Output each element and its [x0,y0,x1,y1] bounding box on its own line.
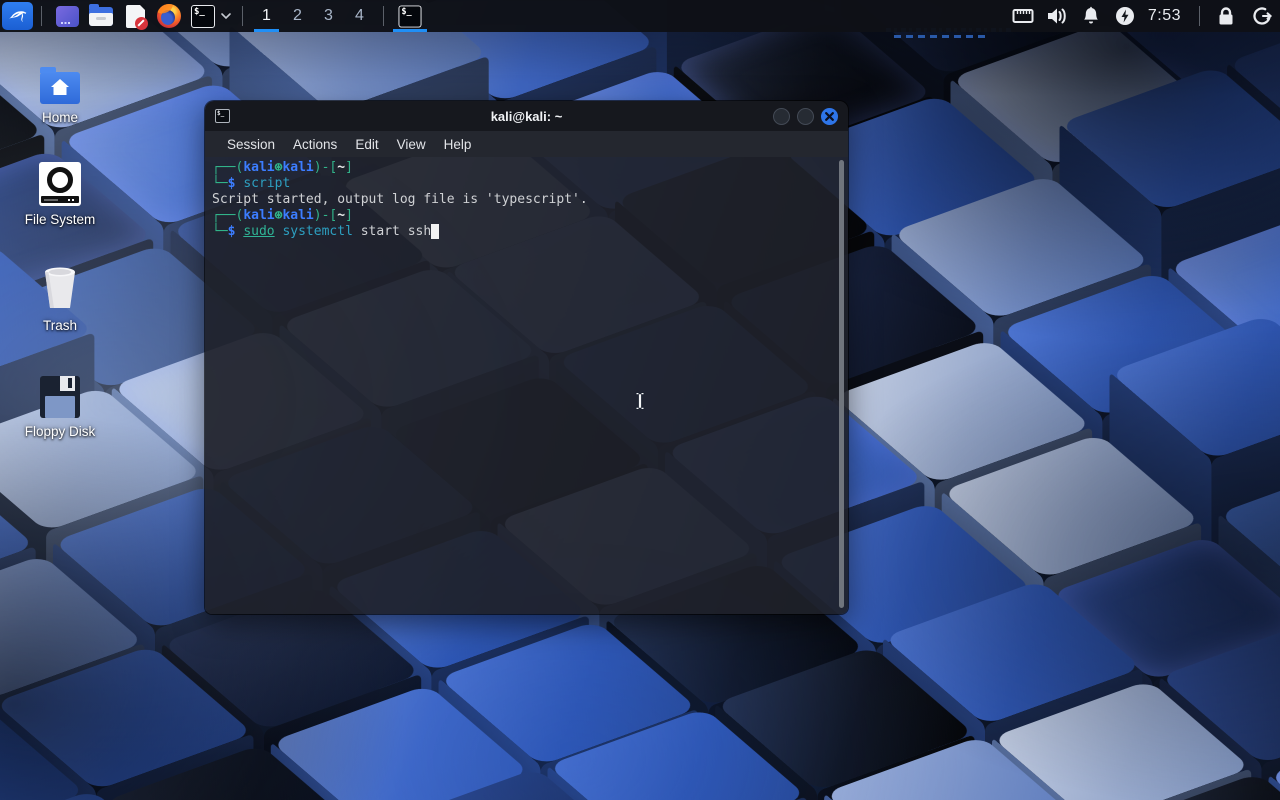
panel-separator [41,6,42,26]
desktop-icon-trash[interactable]: Trash [14,262,106,333]
menu-help[interactable]: Help [435,137,481,152]
workspace-2[interactable]: 2 [282,0,313,32]
panel-clock[interactable]: 7:53 [1142,7,1191,25]
trash-bin-icon [37,262,83,312]
volume-applet[interactable] [1040,0,1074,32]
logout-icon [1252,6,1272,26]
file-manager-icon [89,7,113,26]
close-icon [825,112,834,121]
scrollbar-thumb[interactable] [839,160,844,608]
launcher-file-manager[interactable] [88,3,114,29]
system-tray: 7:53 [1006,0,1280,32]
maximize-button[interactable] [797,108,814,125]
firefox-icon [157,4,181,28]
taskbar-window-terminal[interactable]: $_ [392,0,428,32]
terminal-line: └─$ script [212,176,834,192]
launcher-text-editor[interactable] [122,3,148,29]
text-editor-icon [126,5,145,28]
close-button[interactable] [821,108,838,125]
workspace-4[interactable]: 4 [344,0,375,32]
menu-view[interactable]: View [388,137,435,152]
desktop-icon-label: File System [25,212,96,227]
terminal-window: $_ kali@kali: ~ Session Actions Edit Vie… [205,101,848,614]
kali-logo-icon [7,5,29,27]
launcher-firefox[interactable] [156,3,182,29]
desktop-icon-label: Home [42,110,78,125]
panel-separator [242,6,243,26]
terminal-line: ┌──(kali⊛kali)-[~] [212,160,834,176]
panel-separator [1199,6,1200,26]
terminal-content[interactable]: ┌──(kali⊛kali)-[~]└─$ scriptScript start… [205,157,848,614]
terminal-line: ┌──(kali⊛kali)-[~] [212,208,834,224]
chevron-down-icon [220,12,232,20]
workspace-1[interactable]: 1 [251,0,282,32]
hard-drive-icon [39,156,81,206]
terminal-titlebar[interactable]: $_ kali@kali: ~ [205,101,848,131]
desktop-icon-file-system[interactable]: File System [14,156,106,227]
power-icon [1115,6,1135,26]
terminal-menubar: Session Actions Edit View Help [205,131,848,157]
workspace-3[interactable]: 3 [313,0,344,32]
menu-session[interactable]: Session [218,137,284,152]
desktop-app-icon [56,6,79,27]
launcher-dropdown[interactable] [220,12,232,20]
top-panel: $_ 1 2 3 4 $_ [0,0,1280,32]
volume-icon [1046,6,1068,26]
desktop-icon-label: Floppy Disk [25,424,96,439]
network-applet[interactable] [1006,0,1040,32]
workspace-switcher: 1 2 3 4 [251,0,375,32]
minimize-button[interactable] [773,108,790,125]
menu-actions[interactable]: Actions [284,137,346,152]
launcher-terminal[interactable]: $_ [190,3,216,29]
terminal-icon: $_ [191,5,215,28]
desktop-icon-label: Trash [43,318,77,333]
terminal-line: └─$ sudo systemctl start ssh [212,224,834,240]
power-manager-applet[interactable] [1108,0,1142,32]
desktop-icon-floppy[interactable]: Floppy Disk [14,368,106,439]
home-folder-icon [40,54,80,104]
lock-icon [1217,6,1235,26]
network-icon [1012,7,1034,25]
launcher-desktop-app[interactable] [54,3,80,29]
bell-icon [1082,6,1100,26]
terminal-icon: $_ [398,5,421,27]
kali-menu-button[interactable] [2,2,33,30]
desktop-icon-home[interactable]: Home [14,54,106,125]
terminal-scrollbar[interactable] [839,160,844,608]
floppy-disk-icon [40,368,80,418]
lock-screen-button[interactable] [1208,0,1244,32]
terminal-line: Script started, output log file is 'type… [212,192,834,208]
desktop-screen: Home File System Trash Floppy Disk $_ ka… [0,0,1280,800]
panel-separator [383,6,384,26]
menu-edit[interactable]: Edit [346,137,387,152]
terminal-window-title: kali@kali: ~ [205,109,848,124]
notifications-applet[interactable] [1074,0,1108,32]
logout-button[interactable] [1244,0,1280,32]
terminal-window-icon: $_ [215,109,230,123]
